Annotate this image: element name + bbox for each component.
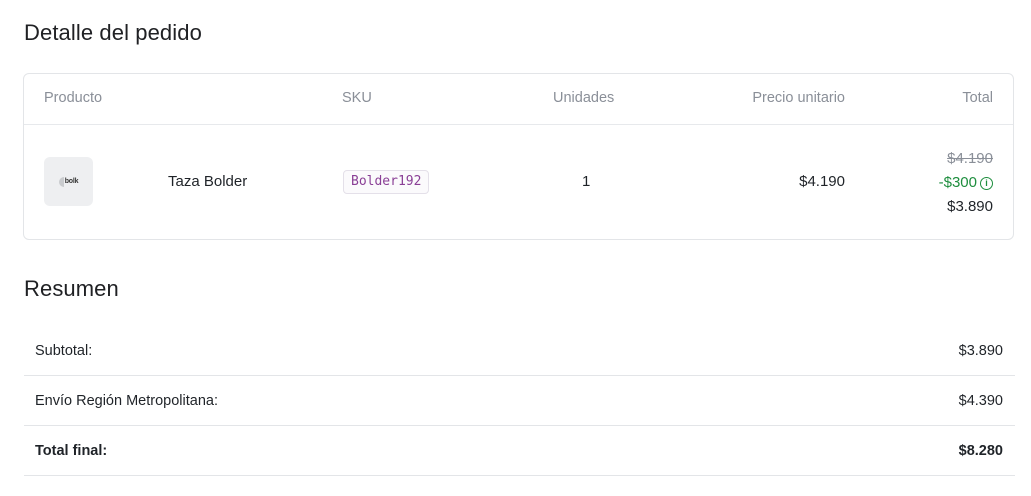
unit-price-value: $4.190 — [799, 173, 845, 190]
product-thumbnail: bolk — [44, 157, 93, 206]
table-header: Producto SKU Unidades Precio unitario To… — [24, 74, 1013, 125]
original-total: $4.190 — [947, 150, 993, 167]
product-logo-icon: bolk — [54, 175, 84, 189]
units-value: 1 — [582, 173, 591, 190]
column-header-total: Total — [962, 90, 993, 106]
summary-row-total: Total final: $8.280 — [24, 426, 1015, 476]
product-name: Taza Bolder — [168, 173, 248, 190]
column-header-units: Unidades — [553, 90, 615, 106]
final-total: $3.890 — [947, 198, 993, 215]
summary-title: Resumen — [24, 276, 119, 301]
shipping-value: $4.390 — [958, 393, 1003, 409]
order-items-table: Producto SKU Unidades Precio unitario To… — [23, 73, 1014, 240]
summary-row-shipping: Envío Región Metropolitana: $4.390 — [24, 376, 1015, 426]
total-final-label: Total final: — [35, 443, 108, 459]
summary-row-subtotal: Subtotal: $3.890 — [24, 326, 1015, 376]
column-header-unit-price: Precio unitario — [752, 90, 845, 106]
subtotal-value: $3.890 — [958, 343, 1003, 359]
shipping-label: Envío Región Metropolitana: — [35, 393, 218, 409]
column-header-product: Producto — [44, 90, 103, 106]
sku-badge: Bolder192 — [343, 170, 430, 194]
subtotal-label: Subtotal: — [35, 343, 93, 359]
discount-amount: -$300 — [938, 174, 977, 191]
total-final-value: $8.280 — [958, 443, 1003, 459]
total-cell: $4.190 -$300 i $3.890 — [939, 147, 993, 219]
order-detail-title: Detalle del pedido — [24, 20, 202, 45]
discount-line: -$300 i — [939, 171, 993, 195]
column-header-sku: SKU — [342, 90, 372, 106]
info-icon[interactable]: i — [980, 176, 993, 190]
